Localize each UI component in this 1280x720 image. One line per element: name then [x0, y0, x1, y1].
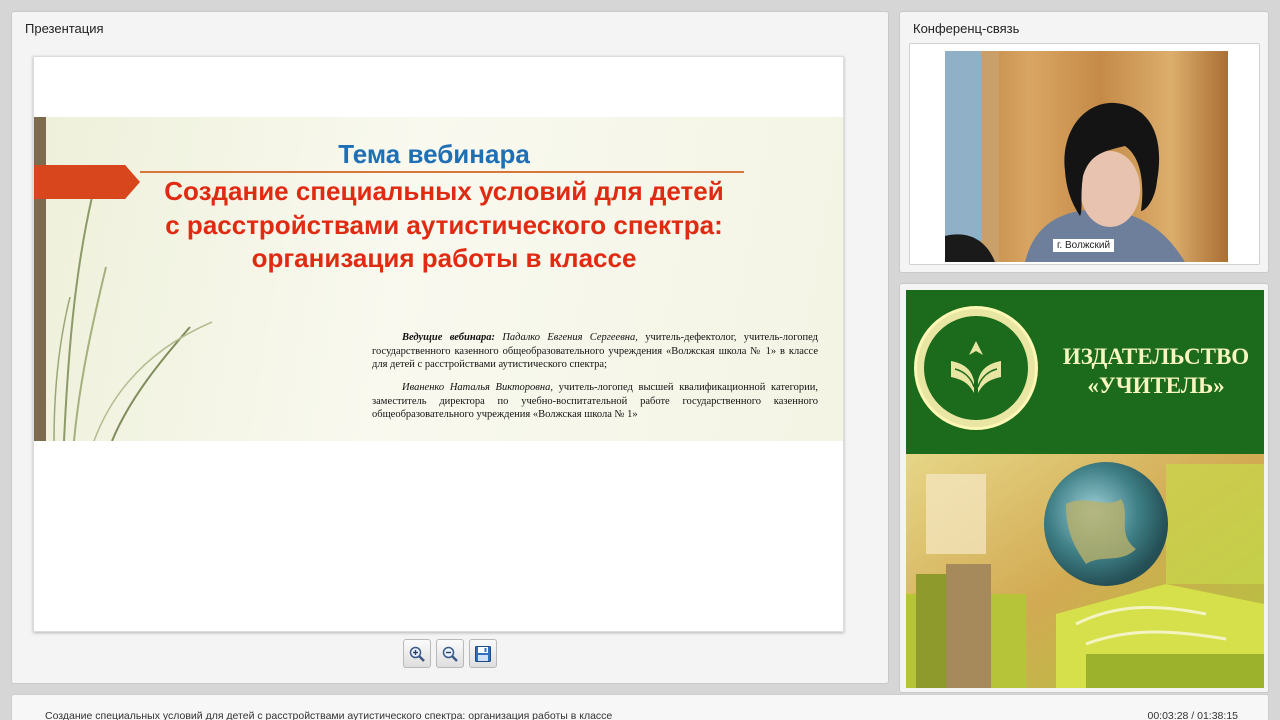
publisher-name-line-2: «УЧИТЕЛЬ» [1087, 373, 1225, 398]
presentation-panel-title: Презентация [25, 21, 104, 36]
webcam-person-icon [945, 51, 1228, 262]
books-globe-icon [906, 454, 1264, 688]
slide-presenter-1-name: Падалко Евгения Сергеевна, [502, 332, 638, 343]
conference-panel-title: Конференц-связь [913, 21, 1020, 36]
slide: Тема вебинара Создание специальных услов… [34, 117, 843, 441]
playback-time: 00:03:28 / 01:38:15 [1147, 710, 1239, 720]
conference-panel: Конференц-связь г. Волжский [899, 11, 1269, 273]
presentation-panel: Презентация Тема вебинара Создание специ… [11, 11, 889, 684]
video-container: г. Волжский [909, 43, 1260, 265]
slide-arrow-shape [34, 165, 140, 199]
video-location-label: г. Волжский [1053, 239, 1115, 252]
publisher-name-line-1: ИЗДАТЕЛЬСТВО [1062, 344, 1250, 369]
webinar-title: Создание специальных условий для детей с… [45, 710, 613, 720]
slide-presenter-2-name: Иваненко Наталья Викторовна, [402, 382, 553, 393]
publisher-banner-panel: ИЗДАТЕЛЬСТВО «УЧИТЕЛЬ» [899, 283, 1269, 693]
books-globe-image [906, 454, 1264, 688]
footer-bar: Создание специальных условий для детей с… [11, 694, 1269, 720]
publisher-banner[interactable]: ИЗДАТЕЛЬСТВО «УЧИТЕЛЬ» [906, 290, 1264, 688]
slide-theme-heading: Тема вебинара [338, 139, 530, 169]
slide-presenter-lead: Ведущие вебинара: [402, 332, 495, 343]
publisher-logo [914, 306, 1038, 430]
slide-title: Создание специальных условий для детей с… [164, 176, 724, 273]
slide-presenter-1: Ведущие вебинара: Падалко Евгения Сергее… [372, 331, 818, 372]
zoom-in-button[interactable] [403, 639, 431, 668]
save-button[interactable] [469, 639, 497, 668]
book-logo-icon [951, 341, 1001, 393]
publisher-banner-header: ИЗДАТЕЛЬСТВО «УЧИТЕЛЬ» [906, 290, 1264, 454]
floppy-disk-icon [475, 645, 491, 662]
zoom-out-button[interactable] [436, 639, 464, 668]
webcam-video[interactable]: г. Волжский [945, 51, 1228, 262]
zoom-out-icon [442, 646, 458, 662]
zoom-in-icon [409, 646, 425, 662]
slide-presenter-2: Иваненко Наталья Викторовна, учитель-лог… [372, 381, 818, 422]
publisher-name: ИЗДАТЕЛЬСТВО «УЧИТЕЛЬ» [1054, 342, 1258, 400]
slide-divider-line [140, 171, 744, 173]
slide-viewer[interactable]: Тема вебинара Создание специальных услов… [33, 56, 844, 632]
